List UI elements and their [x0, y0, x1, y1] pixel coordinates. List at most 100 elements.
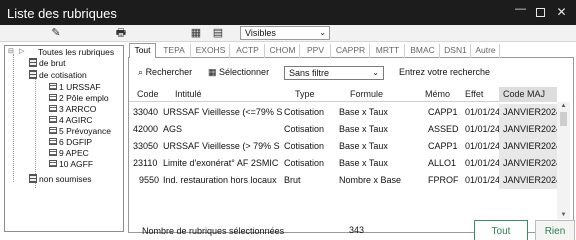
tab-tout[interactable]: Tout — [129, 43, 156, 58]
scroll-down-icon[interactable]: ▼ — [557, 212, 570, 218]
col-code[interactable]: Code — [137, 89, 159, 99]
tree-root[interactable]: Toutes les rubriques — [38, 47, 114, 58]
tree-node-brut[interactable]: de brut — [29, 58, 65, 69]
cell-formule: Nombre x Base — [339, 175, 402, 185]
tab-chom[interactable]: CHOM — [266, 44, 300, 58]
visibility-select[interactable]: Visibles ⌄ — [240, 26, 330, 40]
tree-child-1[interactable]: 1 URSSAF — [49, 82, 101, 93]
tree-child-label: 6 DGFIP — [59, 137, 93, 147]
cell-type: Cotisation — [284, 141, 325, 151]
tree-child-label: 1 URSSAF — [59, 82, 101, 92]
cell-type: Cotisation — [284, 124, 325, 134]
cell-code-maj: JANVIER2024 — [499, 155, 557, 172]
filter-select[interactable]: Sans filtre ⌄ — [284, 66, 384, 80]
tree-child-label: 2 Pôle emplo — [59, 93, 109, 103]
close-icon[interactable]: ✕ — [556, 6, 567, 18]
folder-icon — [29, 58, 37, 67]
tree-child-4[interactable]: 4 AGIRC — [49, 115, 93, 126]
col-code-maj[interactable]: Code MAJ — [499, 87, 557, 102]
vertical-scrollbar[interactable]: ▲ ▼ — [557, 102, 570, 219]
tree-child-6[interactable]: 6 DGFIP — [49, 137, 92, 148]
selected-count-label: Nombre de rubriques sélectionnées — [142, 226, 285, 236]
list-icon — [49, 94, 57, 101]
minimize-icon[interactable]: — — [515, 4, 526, 15]
tree-child-7[interactable]: 9 APEC — [49, 148, 89, 159]
cell-effet: 01/01/24 — [465, 107, 501, 117]
list-icon — [49, 138, 57, 145]
cell-code-maj: JANVIER2024 — [499, 172, 557, 189]
cell-type: Brut — [284, 175, 301, 185]
tab-tepa[interactable]: TEPA — [158, 44, 191, 58]
tab-mrtt[interactable]: MRTT — [371, 44, 405, 58]
print-icon[interactable]: 🖶 — [115, 27, 127, 39]
tree-node-label: de brut — [39, 58, 66, 68]
tree-node-cotisation[interactable]: de cotisation — [29, 70, 87, 81]
tab-exohs[interactable]: EXOHS — [192, 44, 230, 58]
cell-type: Cotisation — [284, 158, 325, 168]
cell-effet: 01/01/24 — [465, 141, 501, 151]
tab-autre[interactable]: Autre — [472, 44, 500, 58]
tree-child-label: 5 Prévoyance — [59, 126, 111, 136]
list-icon — [49, 149, 57, 156]
cell-code-maj: JANVIER2024 — [499, 104, 557, 121]
select-none-button[interactable]: Rien — [535, 220, 575, 240]
tree-child-2[interactable]: 2 Pôle emplo — [49, 93, 109, 104]
cell-memo: CAPP1 — [428, 107, 458, 117]
tab-ppv[interactable]: PPV — [301, 44, 331, 58]
folder-icon — [29, 174, 37, 183]
cell-intitule: AGS — [163, 124, 183, 134]
scroll-up-icon[interactable]: ▲ — [557, 103, 570, 109]
maximize-icon[interactable] — [536, 8, 545, 17]
tab-dsn1[interactable]: DSN1 — [441, 44, 471, 58]
main-panel: Tout TEPA EXOHS ACTP CHOM PPV CAPPR MRTT… — [128, 43, 575, 240]
chevron-down-icon: ⌄ — [372, 68, 379, 77]
collapse-icon[interactable]: ⊟ — [8, 47, 14, 55]
list-icon — [49, 105, 57, 112]
list-icon — [49, 127, 57, 134]
cell-formule: Base x Taux — [339, 107, 388, 117]
tree-child-5[interactable]: 5 Prévoyance — [49, 126, 111, 137]
edit-pencil-icon[interactable]: ✎ — [50, 27, 62, 39]
table-row[interactable]: 42000 AGS Cotisation Base x Taux ASSED 0… — [129, 121, 557, 138]
cell-type: Cotisation — [284, 107, 325, 117]
table-row[interactable]: 33050 URSSAF Vieillesse (> 79% S Cotisat… — [129, 138, 557, 155]
cell-code: 9550 — [139, 175, 160, 185]
search-icon: ⌕ — [138, 67, 144, 77]
cell-code-maj: JANVIER2024 — [499, 121, 557, 138]
select-all-button[interactable]: Tout — [474, 220, 528, 240]
cell-memo: FPROF — [428, 175, 459, 185]
select-button[interactable]: ▦ Sélectionner — [208, 67, 269, 78]
col-intitule[interactable]: Intitulé — [175, 89, 202, 99]
scroll-thumb[interactable] — [560, 112, 567, 126]
col-formule[interactable]: Formule — [350, 89, 383, 99]
table-row[interactable]: 33040 URSSAF Vieillesse (<=79% S Cotisat… — [129, 104, 557, 121]
tree-node-non-soumises[interactable]: non soumises — [29, 174, 91, 185]
tab-bmac[interactable]: BMAC — [406, 44, 440, 58]
col-memo[interactable]: Mémo — [425, 89, 450, 99]
table-row[interactable]: 9550 Ind. restauration hors locaux Brut … — [129, 172, 557, 189]
col-type[interactable]: Type — [295, 89, 315, 99]
search-button-label: Rechercher — [145, 67, 193, 77]
search-input[interactable]: Entrez votre recherche — [399, 67, 490, 77]
export-icon[interactable]: ▦ — [190, 27, 202, 39]
tree-line — [13, 54, 14, 182]
tab-actp[interactable]: ACTP — [231, 44, 265, 58]
table-row[interactable]: 23110 Limite d'exonérat° AF 2SMIC Cotisa… — [129, 155, 557, 172]
list-icon — [49, 116, 57, 123]
selected-count-value: 343 — [349, 225, 365, 235]
tree-node-label: de cotisation — [39, 70, 87, 80]
cell-effet: 01/01/24 — [465, 158, 501, 168]
cell-formule: Base x Taux — [339, 141, 388, 151]
search-button[interactable]: ⌕ Rechercher — [138, 67, 192, 78]
import-icon[interactable]: ▤ — [212, 27, 224, 39]
window-titlebar: Liste des rubriques — ✕ — [0, 0, 576, 25]
cell-effet: 01/01/24 — [465, 124, 501, 134]
cell-memo: CAPP1 — [428, 141, 458, 151]
tab-cappr[interactable]: CAPPR — [332, 44, 370, 58]
tree-child-8[interactable]: 10 AGFF — [49, 159, 93, 170]
cell-intitule: Limite d'exonérat° AF 2SMIC — [163, 158, 279, 168]
tree-child-3[interactable]: 3 ARRCO — [49, 104, 96, 115]
col-effet[interactable]: Effet — [465, 89, 483, 99]
search-row: ⌕ Rechercher ▦ Sélectionner Sans filtre … — [138, 66, 568, 80]
select-button-label: Sélectionner — [219, 67, 270, 77]
